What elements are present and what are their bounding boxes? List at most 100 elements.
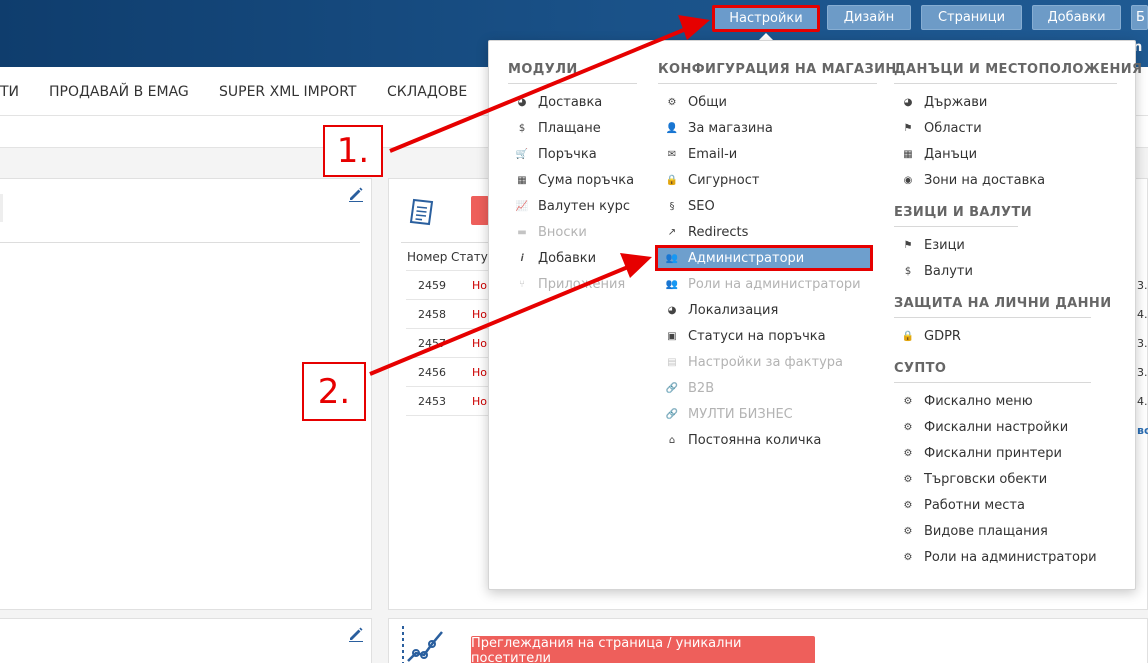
menu-item-работни-места[interactable]: ⚙ Работни места [901, 492, 1116, 518]
flag-icon: ⚑ [903, 122, 913, 134]
section-divider [658, 83, 877, 84]
menu-item-label: B2B [688, 380, 715, 396]
menu-item-езици[interactable]: ⚑ Езици [901, 232, 1021, 258]
left-panel-divider [0, 242, 360, 243]
order-number[interactable]: 2456 [418, 366, 446, 379]
orders-action-button[interactable] [471, 196, 489, 225]
menu-item-label: Плащане [538, 120, 601, 136]
menu-item-label: Redirects [688, 224, 749, 240]
more-button[interactable]: Б [1131, 5, 1148, 30]
menu-item-администратори[interactable]: 👥 Администратори [655, 245, 873, 271]
link-icon: 🔗 [665, 382, 679, 394]
menu-item-зони-на-доставка[interactable]: ◉ Зони на доставка [901, 167, 1111, 193]
calculator-icon: ▦ [517, 174, 527, 186]
order-status: Но [472, 366, 488, 379]
table-row-line [406, 415, 496, 416]
edit-pencil-icon[interactable] [348, 186, 364, 202]
menu-item-label: Държави [924, 94, 988, 110]
dropdown-caret [759, 33, 773, 40]
menu-item-label: Видове плащания [924, 523, 1048, 539]
menu-item-redirects[interactable]: ↗ Redirects [665, 219, 873, 245]
orders-divider [401, 242, 491, 243]
menu-item-фискални-принтери[interactable]: ⚙ Фискални принтери [901, 440, 1116, 466]
nav-item-xml-import[interactable]: SUPER XML IMPORT [219, 84, 356, 100]
menu-item-доставка[interactable]: ◕ Доставка [515, 89, 640, 115]
menu-item-настройки-за-фактура: ▤ Настройки за фактура [665, 349, 873, 375]
envelope-icon: ✉ [667, 148, 677, 160]
menu-item-email-и[interactable]: ✉ Email-и [665, 141, 873, 167]
design-button[interactable]: Дизайн [827, 5, 911, 30]
user-icon: 👤 [665, 122, 679, 134]
menu-item-валути[interactable]: $ Валути [901, 258, 1021, 284]
order-status: Но [472, 308, 488, 321]
globe-icon: ◕ [903, 96, 913, 108]
menu-item-label: SEO [688, 198, 715, 214]
left-panel-tab [0, 194, 3, 222]
menu-item-данъци[interactable]: ▦ Данъци [901, 141, 1111, 167]
menu-item-label: Email-и [688, 146, 738, 162]
order-number[interactable]: 2453 [418, 395, 446, 408]
seo-icon: § [669, 200, 675, 212]
section-title-privacy: ЗАЩИТА НА ЛИЧНИ ДАННИ [894, 296, 1112, 311]
globe-icon: ◕ [667, 304, 677, 316]
edit-pencil-icon[interactable] [348, 626, 364, 642]
menu-item-области[interactable]: ⚑ Области [901, 115, 1111, 141]
section-divider [894, 317, 1091, 318]
order-number[interactable]: 2458 [418, 308, 446, 321]
column-header-status[interactable]: Статус [451, 250, 491, 264]
menu-item-label: Сума поръчка [538, 172, 635, 188]
line-chart-icon: 📈 [515, 200, 529, 212]
pages-button[interactable]: Страници [921, 5, 1022, 30]
table-row-line [406, 270, 496, 271]
menu-item-label: Общи [688, 94, 727, 110]
menu-item-gdpr[interactable]: 🔒 GDPR [901, 323, 1021, 349]
menu-item-фискални-настройки[interactable]: ⚙ Фискални настройки [901, 414, 1116, 440]
menu-item-общи[interactable]: ⚙ Общи [665, 89, 873, 115]
menu-item-статуси-на-поръчка[interactable]: ▣ Статуси на поръчка [665, 323, 873, 349]
table-row-line [406, 299, 496, 300]
menu-item-приложения: ⑂ Приложения [515, 271, 640, 297]
dollar-icon: $ [518, 122, 526, 134]
menu-item-роли-на-администратори[interactable]: ⚙ Роли на администратори [901, 544, 1116, 570]
menu-item-постоянна-количка[interactable]: ⌂ Постоянна количка [665, 427, 873, 453]
section-divider [894, 83, 1117, 84]
nav-item-partial[interactable]: ТИ [0, 84, 19, 100]
order-amount: 3.0 [1137, 337, 1148, 350]
menu-item-поръчка[interactable]: 🛒 Поръчка [515, 141, 640, 167]
menu-item-локализация[interactable]: ◕ Локализация [665, 297, 873, 323]
menu-item-видове-плащания[interactable]: ⚙ Видове плащания [901, 518, 1116, 544]
menu-item-плащане[interactable]: $ Плащане [515, 115, 640, 141]
pageviews-button[interactable]: Преглеждания на страница / уникални посе… [471, 636, 815, 663]
order-number[interactable]: 2457 [418, 337, 446, 350]
section-divider [894, 382, 1091, 383]
menu-item-сигурност[interactable]: 🔒 Сигурност [665, 167, 873, 193]
settings-button[interactable]: Настройки [712, 5, 820, 32]
bottom-left-panel [0, 618, 372, 663]
menu-item-b2b: 🔗 B2B [665, 375, 873, 401]
menu-item-сума-поръчка[interactable]: ▦ Сума поръчка [515, 167, 640, 193]
menu-item-валутен-курс[interactable]: 📈 Валутен курс [515, 193, 640, 219]
nav-item-emag[interactable]: ПРОДАВАЙ В EMAG [49, 84, 189, 100]
menu-item-търговски-обекти[interactable]: ⚙ Търговски обекти [901, 466, 1116, 492]
lock-icon: 🔒 [665, 174, 679, 186]
order-number[interactable]: 2459 [418, 279, 446, 292]
lock-icon: 🔒 [901, 330, 915, 342]
menu-item-label: Фискално меню [924, 393, 1033, 409]
menu-item-добавки[interactable]: 𝒊 Добавки [515, 245, 640, 271]
users-icon: 👥 [665, 278, 679, 290]
menu-item-държави[interactable]: ◕ Държави [901, 89, 1111, 115]
column-header-number[interactable]: Номер [407, 250, 447, 264]
menu-item-label: Роли на администратори [924, 549, 1097, 565]
globe-icon: ◕ [517, 96, 527, 108]
order-amount: 3.8 [1137, 279, 1148, 292]
menu-item-seo[interactable]: § SEO [665, 193, 873, 219]
section-title-supto: СУПТО [894, 361, 947, 376]
menu-item-за-магазина[interactable]: 👤 За магазина [665, 115, 873, 141]
menu-item-label: Фискални принтери [924, 445, 1062, 461]
link-icon: 🔗 [665, 408, 679, 420]
section-title-taxes: ДАНЪЦИ И МЕСТОПОЛОЖЕНИЯ [894, 62, 1143, 77]
nav-item-warehouses[interactable]: СКЛАДОВЕ [387, 84, 467, 100]
view-all-orders-link[interactable]: во [1137, 424, 1148, 437]
menu-item-фискално-меню[interactable]: ⚙ Фискално меню [901, 388, 1116, 414]
addons-button[interactable]: Добавки [1032, 5, 1121, 30]
